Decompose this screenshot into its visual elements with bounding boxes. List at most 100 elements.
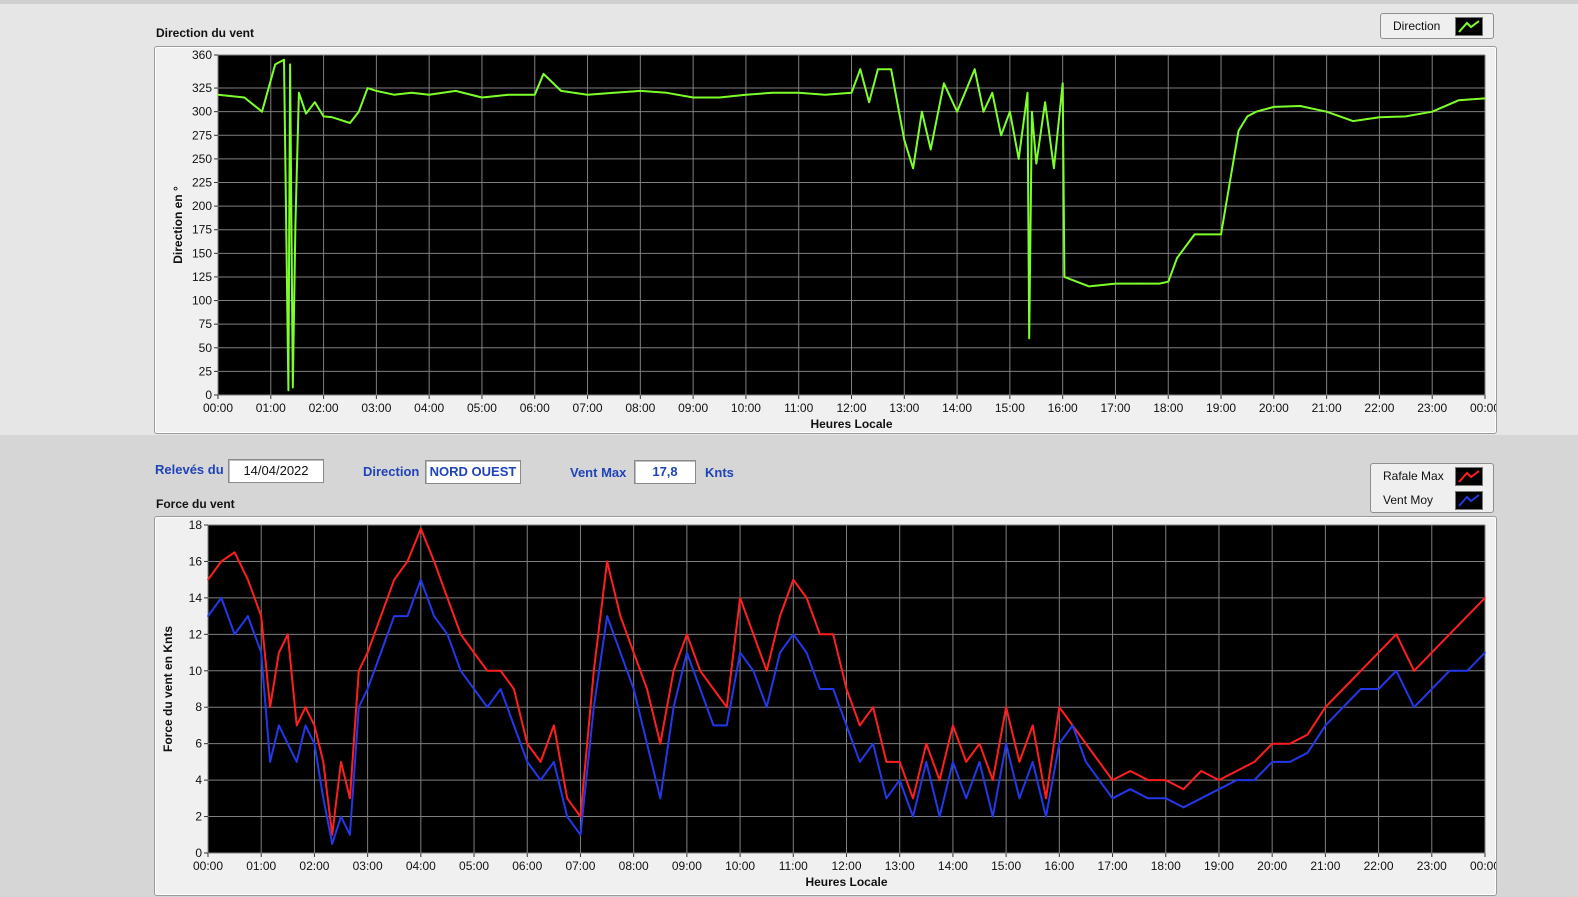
data-point xyxy=(566,797,568,800)
data-point xyxy=(792,578,795,581)
data-point xyxy=(420,527,422,530)
data-point xyxy=(805,651,808,654)
data-point xyxy=(1324,706,1327,709)
x-tick-label: 03:00 xyxy=(361,401,391,415)
data-point xyxy=(287,389,290,392)
data-point xyxy=(1129,788,1132,791)
data-point xyxy=(832,688,834,690)
data-point xyxy=(1009,110,1011,113)
data-point xyxy=(1141,282,1143,285)
data-point xyxy=(1058,706,1061,709)
data-point xyxy=(1200,797,1203,800)
data-point xyxy=(1018,761,1021,763)
data-point xyxy=(357,110,360,113)
x-tick-label: 00:00 xyxy=(203,401,233,415)
data-point xyxy=(1061,82,1064,85)
data-point xyxy=(269,706,271,709)
data-point xyxy=(1098,761,1101,763)
data-point xyxy=(340,761,342,763)
data-point xyxy=(890,68,892,70)
data-point xyxy=(1253,779,1256,781)
data-point xyxy=(819,633,821,636)
data-point xyxy=(1324,724,1327,727)
data-point xyxy=(1035,162,1038,165)
data-point xyxy=(1484,97,1486,100)
data-point xyxy=(274,63,276,66)
data-point xyxy=(765,669,768,672)
x-axis-title: Heures Locale xyxy=(805,875,887,889)
data-point xyxy=(745,93,747,96)
data-point xyxy=(699,669,701,672)
x-tick-label: 09:00 xyxy=(678,401,708,415)
data-point xyxy=(965,797,968,800)
data-point xyxy=(291,386,294,389)
x-tick-label: 21:00 xyxy=(1310,859,1340,873)
ventmax-field[interactable]: 17,8 xyxy=(634,460,696,484)
data-point xyxy=(473,688,475,690)
x-tick-label: 02:00 xyxy=(299,859,329,873)
data-point xyxy=(207,578,209,581)
data-point xyxy=(1289,742,1291,745)
data-point xyxy=(686,633,688,636)
y-tick-label: 325 xyxy=(192,81,212,95)
data-point xyxy=(533,93,536,96)
data-point xyxy=(665,91,668,94)
data-point xyxy=(912,815,914,818)
data-point xyxy=(1306,751,1309,754)
x-tick-label: 11:00 xyxy=(779,859,808,873)
line-swatch-icon xyxy=(1455,467,1483,486)
x-tick-label: 10:00 xyxy=(725,859,755,873)
legend-item-direction[interactable]: Direction xyxy=(1381,14,1493,38)
data-point xyxy=(1237,129,1240,132)
data-point xyxy=(313,742,316,745)
data-point xyxy=(1031,110,1033,113)
x-tick-label: 08:00 xyxy=(619,859,649,873)
data-point xyxy=(295,724,298,727)
data-point xyxy=(1229,181,1231,184)
data-point xyxy=(672,669,675,672)
x-tick-label: 20:00 xyxy=(1259,401,1289,415)
data-point xyxy=(1484,651,1486,654)
data-point xyxy=(322,115,325,118)
legend-item-rafale[interactable]: Rafale Max xyxy=(1371,464,1493,488)
y-tick-label: 300 xyxy=(192,105,212,119)
data-point xyxy=(1235,770,1238,772)
x-tick-label: 04:00 xyxy=(406,859,436,873)
y-tick-label: 150 xyxy=(192,246,212,260)
ventmax-unit: Knts xyxy=(705,465,734,480)
data-point xyxy=(1158,282,1161,285)
data-point xyxy=(978,761,981,763)
data-point xyxy=(393,578,396,581)
data-point xyxy=(872,742,874,745)
data-point xyxy=(446,633,449,636)
data-point xyxy=(366,688,369,690)
data-point xyxy=(393,615,396,617)
data-point xyxy=(539,761,542,763)
data-point xyxy=(692,96,694,99)
data-point xyxy=(859,724,861,727)
data-point xyxy=(765,706,768,709)
y-axis-title: Direction en ° xyxy=(171,186,185,264)
data-point xyxy=(952,761,954,763)
x-tick-label: 14:00 xyxy=(942,401,972,415)
data-point xyxy=(1111,779,1114,781)
date-field[interactable]: 14/04/2022 xyxy=(228,459,324,483)
legend-item-moy[interactable]: Vent Moy xyxy=(1371,488,1493,512)
data-point xyxy=(313,724,316,727)
data-point xyxy=(1246,115,1249,118)
data-point xyxy=(1129,770,1132,772)
data-point xyxy=(752,669,755,672)
legend-label-rafale: Rafale Max xyxy=(1383,469,1444,483)
data-point xyxy=(592,706,595,709)
x-tick-label: 13:00 xyxy=(889,401,919,415)
data-point xyxy=(859,68,862,70)
x-tick-label: 23:00 xyxy=(1417,401,1447,415)
data-point xyxy=(792,633,795,636)
data-point xyxy=(1235,779,1238,781)
data-point xyxy=(1053,167,1055,170)
data-point xyxy=(1395,669,1398,672)
data-point xyxy=(632,688,635,690)
data-point xyxy=(938,815,941,818)
direction-value-field[interactable]: NORD OUEST xyxy=(425,460,521,484)
data-point xyxy=(632,651,635,654)
